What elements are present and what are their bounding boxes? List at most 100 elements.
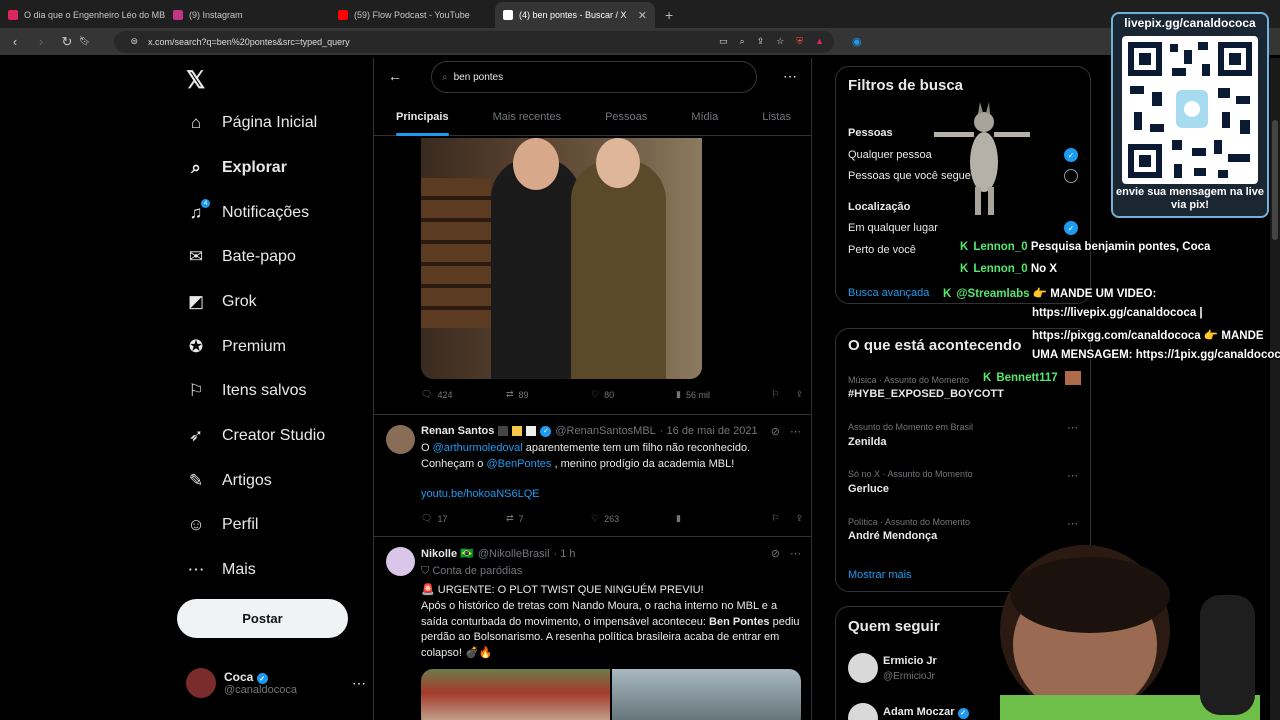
radio-checked-icon[interactable]: ✓ — [1064, 148, 1078, 162]
back-arrow-icon[interactable]: ← — [388, 68, 402, 84]
share-icon[interactable]: ⇪ — [795, 389, 803, 400]
bookmark-icon[interactable]: ⚐ — [771, 513, 779, 524]
avatar[interactable] — [848, 703, 878, 720]
tab-latest[interactable]: Mais recentes — [493, 98, 561, 136]
bookmark-icon[interactable]: 🔖︎ — [79, 36, 90, 47]
search-tabs: Principais Mais recentes Pessoas Mídia L… — [374, 98, 811, 136]
tab-people[interactable]: Pessoas — [605, 98, 647, 136]
nav-explore[interactable]: ⌕ Explorar — [186, 153, 287, 183]
mention-link[interactable]: @arthurmoledoval — [433, 442, 523, 454]
address-bar[interactable]: 🔖︎ ⊜ x.com/search?q=ben%20pontes&src=typ… — [79, 30, 834, 53]
show-more-link[interactable]: Mostrar mais — [848, 569, 912, 581]
filter-option[interactable]: Qualquer pessoa — [848, 149, 932, 161]
like-button[interactable]: ♡ 80 — [591, 389, 676, 400]
radio-empty-icon[interactable] — [1064, 169, 1078, 183]
tab-media[interactable]: Mídia — [691, 98, 718, 136]
kick-icon: K — [960, 263, 969, 275]
follow-name[interactable]: Adam Moczar ✓ — [883, 706, 969, 719]
advanced-search-link[interactable]: Busca avançada — [848, 287, 929, 299]
views-button[interactable]: ▮ 56 mil — [676, 389, 710, 400]
site-info-icon[interactable]: ⊜ — [130, 36, 138, 47]
grok-icon[interactable]: ⊘ — [771, 547, 780, 560]
x-favicon-icon — [503, 10, 513, 20]
trend-name[interactable]: Zenilda — [848, 436, 887, 448]
post-button[interactable]: Postar — [177, 599, 348, 638]
views-button[interactable]: ▮ — [676, 513, 681, 524]
like-button[interactable]: ♡ 263 — [591, 513, 676, 524]
more-icon[interactable]: ⋯ — [790, 547, 801, 560]
tweet-date[interactable]: · 1 h — [554, 548, 576, 560]
cast-icon[interactable]: ▭ — [719, 36, 728, 47]
more-options-icon[interactable]: ⋯ — [783, 68, 797, 85]
scrollbar-thumb[interactable] — [1272, 120, 1278, 240]
star-icon[interactable]: ☆ — [776, 36, 784, 47]
tweet-date[interactable]: · 16 de mai de 2021 — [660, 425, 758, 437]
browser-tab[interactable]: (9) Instagram — [165, 2, 330, 28]
avatar[interactable] — [848, 653, 878, 683]
browser-tab-active[interactable]: (4) ben pontes - Buscar / X ✕ — [495, 2, 655, 28]
nav-articles[interactable]: ✎ Artigos — [186, 466, 272, 496]
nav-notifications[interactable]: ♫ 4 Notificações — [186, 198, 309, 228]
nav-creator-studio[interactable]: ➶ Creator Studio — [186, 421, 325, 451]
tweet[interactable]: Renan Santos ✓ @RenanSantosMBL · 16 de m… — [374, 414, 811, 536]
x-logo-icon[interactable]: 𝕏 — [186, 66, 205, 95]
retweet-count: 89 — [518, 389, 529, 400]
nav-label: Página Inicial — [222, 114, 318, 131]
search-input[interactable]: ⌕ ben pontes — [431, 61, 757, 93]
reply-button[interactable]: 🗨︎ 17 — [421, 513, 506, 524]
browser-tab[interactable]: (59) Flow Podcast - YouTube — [330, 2, 495, 28]
filter-option[interactable]: Perto de você — [848, 244, 916, 256]
mention-link[interactable]: @BenPontes — [486, 458, 551, 470]
brave-shield-icon[interactable]: ⛨ — [796, 36, 803, 47]
author-name[interactable]: Renan Santos — [421, 425, 494, 437]
author-handle[interactable]: @RenanSantosMBL — [555, 425, 655, 437]
browser-tab-bar: O dia que o Engenheiro Léo do MBL (9) In… — [0, 0, 1280, 28]
page-scrollbar[interactable] — [1270, 58, 1280, 720]
brave-rewards-icon[interactable]: ▲ — [815, 36, 824, 47]
close-tab-icon[interactable]: ✕ — [638, 9, 647, 22]
nav-bookmarks[interactable]: ⚐ Itens salvos — [186, 376, 306, 406]
trend-name[interactable]: #HYBE_EXPOSED_BOYCOTT — [848, 388, 1004, 400]
more-icon[interactable]: ⋯ — [1067, 421, 1078, 434]
tab-top[interactable]: Principais — [396, 98, 449, 136]
avatar — [386, 547, 415, 576]
nav-more[interactable]: ⋯ Mais — [186, 555, 256, 585]
grok-icon[interactable]: ⊘ — [771, 425, 780, 438]
new-tab-icon[interactable]: + — [655, 2, 683, 28]
more-icon[interactable]: ⋯ — [352, 675, 366, 692]
tweet-photo[interactable] — [421, 669, 801, 720]
author-handle[interactable]: @NikolleBrasil — [478, 548, 550, 560]
author-name[interactable]: Nikolle 🇧🇷 — [421, 547, 474, 560]
nav-home[interactable]: ⌂ Página Inicial — [186, 108, 317, 138]
zoom-icon[interactable]: ⌕ — [740, 36, 745, 47]
trend-name[interactable]: André Mendonça — [848, 530, 937, 542]
extension-icon[interactable]: ◉ — [852, 35, 862, 48]
bookmark-icon[interactable]: ⚐ — [771, 389, 779, 400]
back-arrow-icon[interactable]: ‹ — [8, 34, 22, 49]
tab-lists[interactable]: Listas — [762, 98, 791, 136]
nav-messages[interactable]: ✉ Bate-papo — [186, 242, 296, 272]
nav-grok[interactable]: ◩ Grok — [186, 287, 257, 317]
tweet-photo[interactable] — [421, 138, 702, 379]
more-icon[interactable]: ⋯ — [790, 425, 801, 438]
share-icon[interactable]: ⇪ — [795, 513, 803, 524]
forward-arrow-icon[interactable]: › — [34, 34, 48, 49]
nav-premium[interactable]: ✪ Premium — [186, 332, 286, 362]
browser-tab[interactable]: O dia que o Engenheiro Léo do MBL — [0, 2, 165, 28]
more-icon[interactable]: ⋯ — [1067, 469, 1078, 482]
reply-button[interactable]: 🗨︎ 424 — [421, 389, 506, 400]
nav-profile[interactable]: ☺ Perfil — [186, 510, 258, 540]
share-icon[interactable]: ⇪ — [757, 36, 765, 47]
more-icon[interactable]: ⋯ — [1067, 517, 1078, 530]
filter-option[interactable]: Em qualquer lugar — [848, 222, 938, 234]
youtube-link[interactable]: youtu.be/hokoaNS6LQE — [421, 487, 805, 503]
retweet-button[interactable]: ⇄ 7 — [506, 513, 591, 524]
retweet-button[interactable]: ⇄ 89 — [506, 389, 591, 400]
parody-text: Conta de paródias — [432, 565, 523, 577]
radio-checked-icon[interactable]: ✓ — [1064, 221, 1078, 235]
follow-name[interactable]: Ermicio Jr — [883, 655, 937, 667]
bookmark-icon: ⚐ — [188, 381, 204, 400]
reload-icon[interactable]: ↻ — [60, 34, 74, 50]
account-switcher[interactable]: Coca ✓ @canaldococa ⋯ — [186, 668, 366, 698]
trend-name[interactable]: Gerluce — [848, 483, 889, 495]
